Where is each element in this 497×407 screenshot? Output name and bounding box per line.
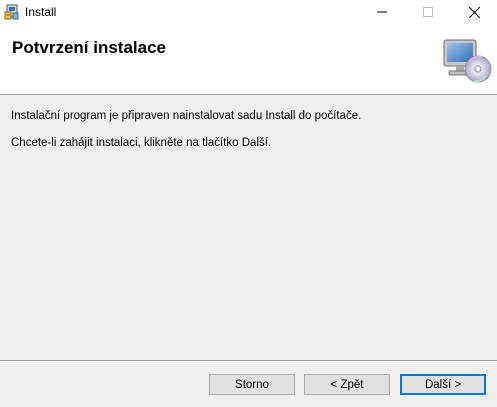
maximize-icon <box>423 7 433 17</box>
minimize-icon <box>377 11 387 13</box>
close-icon <box>468 6 480 18</box>
close-button[interactable] <box>451 0 497 24</box>
wizard-header: Potvrzení instalace <box>0 24 497 95</box>
computer-cd-icon <box>442 38 492 84</box>
instruction-text: Chcete-li zahájit instalaci, klikněte na… <box>11 137 272 149</box>
maximize-button[interactable] <box>405 0 451 24</box>
intro-text: Instalační program je připraven nainstal… <box>11 110 362 122</box>
minimize-button[interactable] <box>359 0 405 24</box>
cancel-button[interactable]: Storno <box>209 374 295 395</box>
title-bar: Install <box>0 0 497 24</box>
footer-divider <box>0 360 497 362</box>
back-button[interactable]: < Zpět <box>304 374 390 395</box>
installer-icon <box>4 4 20 20</box>
next-button[interactable]: Další > <box>400 374 486 395</box>
page-title: Potvrzení instalace <box>12 38 167 57</box>
window-title: Install <box>25 5 57 19</box>
